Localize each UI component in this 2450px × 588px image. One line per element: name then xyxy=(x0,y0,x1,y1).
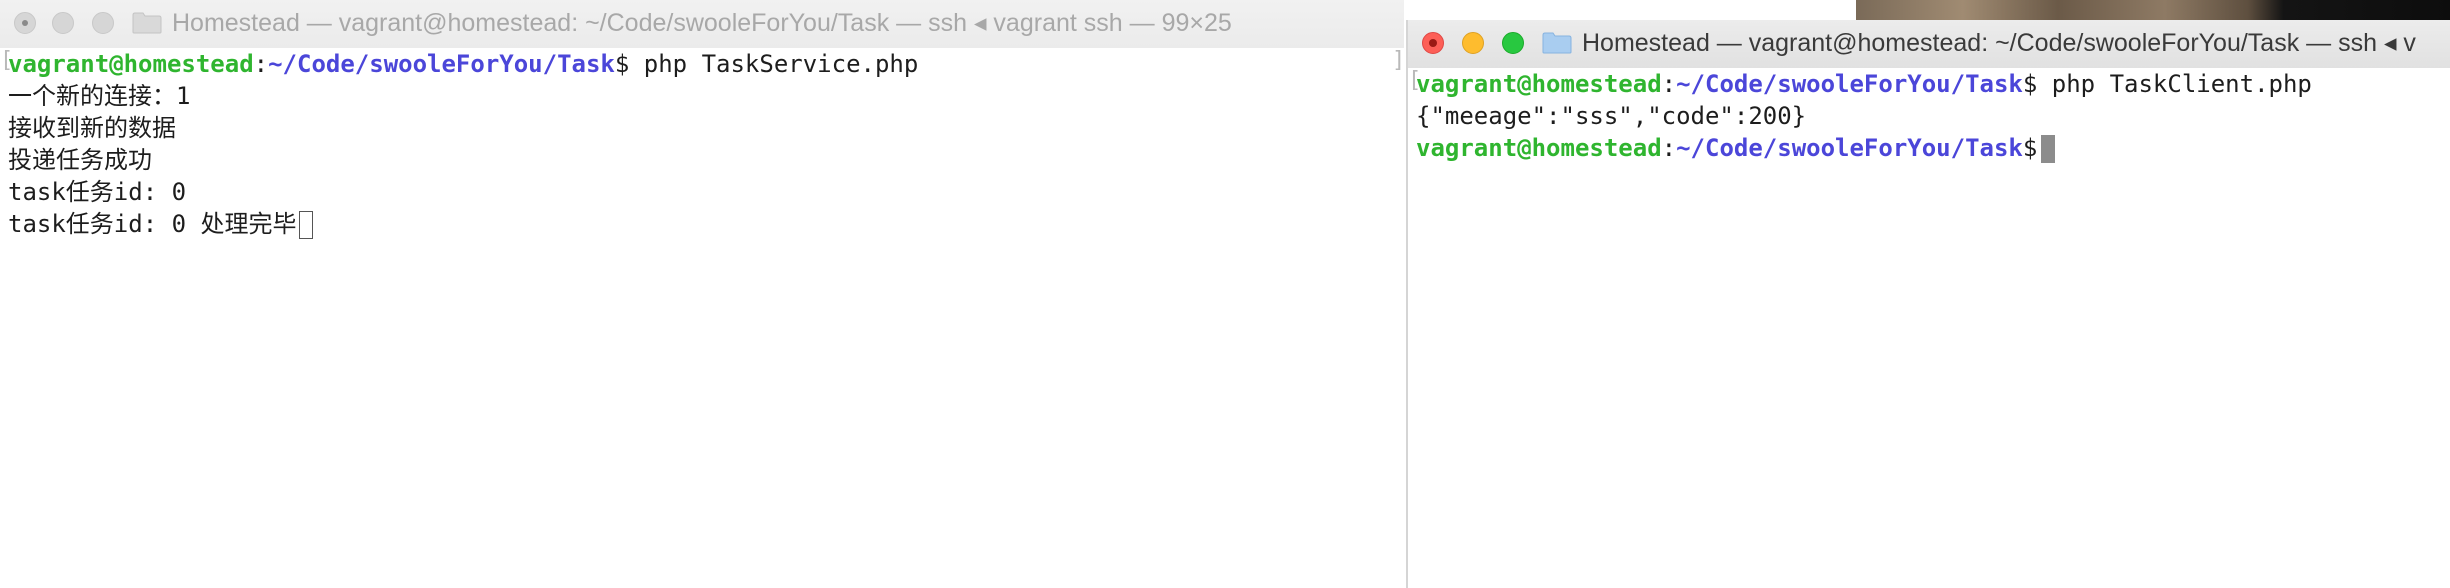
prompt-separator: : xyxy=(1661,70,1677,98)
prompt-path: ~/Code/swooleForYou/Task xyxy=(268,50,615,78)
prompt-symbol: $ xyxy=(2022,70,2038,98)
prompt-path: ~/Code/swooleForYou/Task xyxy=(1676,70,2023,98)
prompt-path: ~/Code/swooleForYou/Task xyxy=(1676,134,2023,162)
prompt-line: vagrant@homestead:~/Code/swooleForYou/Ta… xyxy=(1416,68,2312,100)
close-icon[interactable] xyxy=(1422,32,1444,54)
title-bar[interactable]: Homestead — vagrant@homestead: ~/Code/sw… xyxy=(0,0,1404,49)
text-cursor xyxy=(2041,135,2056,163)
command-text: php TaskService.php xyxy=(629,50,919,78)
zoom-icon[interactable] xyxy=(92,12,114,34)
prompt-separator: : xyxy=(1661,134,1677,162)
output-line: 接收到新的数据 xyxy=(8,114,176,142)
folder-icon xyxy=(132,12,162,34)
output-line-last: task任务id: 0 处理完毕 xyxy=(8,208,313,240)
prompt-line-current: vagrant@homestead:~/Code/swooleForYou/Ta… xyxy=(1416,132,2056,164)
minimize-icon[interactable] xyxy=(52,12,74,34)
terminal-output[interactable]: [ ] vagrant@homestead:~/Code/swooleForYo… xyxy=(0,48,1404,588)
terminal-output[interactable]: [ vagrant@homestead:~/Code/swooleForYou/… xyxy=(1408,68,2450,588)
desktop-background xyxy=(1856,0,2450,20)
text-cursor xyxy=(298,211,313,239)
output-text: task任务id: 0 处理完毕 xyxy=(8,210,297,238)
title-bar[interactable]: Homestead — vagrant@homestead: ~/Code/sw… xyxy=(1408,20,2450,69)
command-text: php TaskClient.php xyxy=(2037,70,2312,98)
mark-bracket-end: ] xyxy=(1392,48,1404,73)
prompt-symbol: $ xyxy=(2022,134,2038,162)
prompt-separator: : xyxy=(253,50,269,78)
output-line: 投递任务成功 xyxy=(8,146,152,174)
close-icon[interactable] xyxy=(14,12,36,34)
folder-icon xyxy=(1542,32,1572,54)
output-line: 一个新的连接：1 xyxy=(8,82,191,110)
window-title: Homestead — vagrant@homestead: ~/Code/sw… xyxy=(172,9,1232,37)
window-title: Homestead — vagrant@homestead: ~/Code/sw… xyxy=(1582,29,2416,57)
terminal-window-server[interactable]: Homestead — vagrant@homestead: ~/Code/sw… xyxy=(0,0,1404,588)
terminal-window-client[interactable]: Homestead — vagrant@homestead: ~/Code/sw… xyxy=(1406,20,2450,588)
prompt-user: vagrant@homestead xyxy=(1416,70,1662,98)
prompt-line: vagrant@homestead:~/Code/swooleForYou/Ta… xyxy=(8,48,918,80)
output-line: task任务id: 0 xyxy=(8,178,187,206)
minimize-icon[interactable] xyxy=(1462,32,1484,54)
prompt-user: vagrant@homestead xyxy=(8,50,254,78)
output-line: {"meeage":"sss","code":200} xyxy=(1416,102,1807,130)
zoom-icon[interactable] xyxy=(1502,32,1524,54)
prompt-symbol: $ xyxy=(614,50,630,78)
prompt-user: vagrant@homestead xyxy=(1416,134,1662,162)
